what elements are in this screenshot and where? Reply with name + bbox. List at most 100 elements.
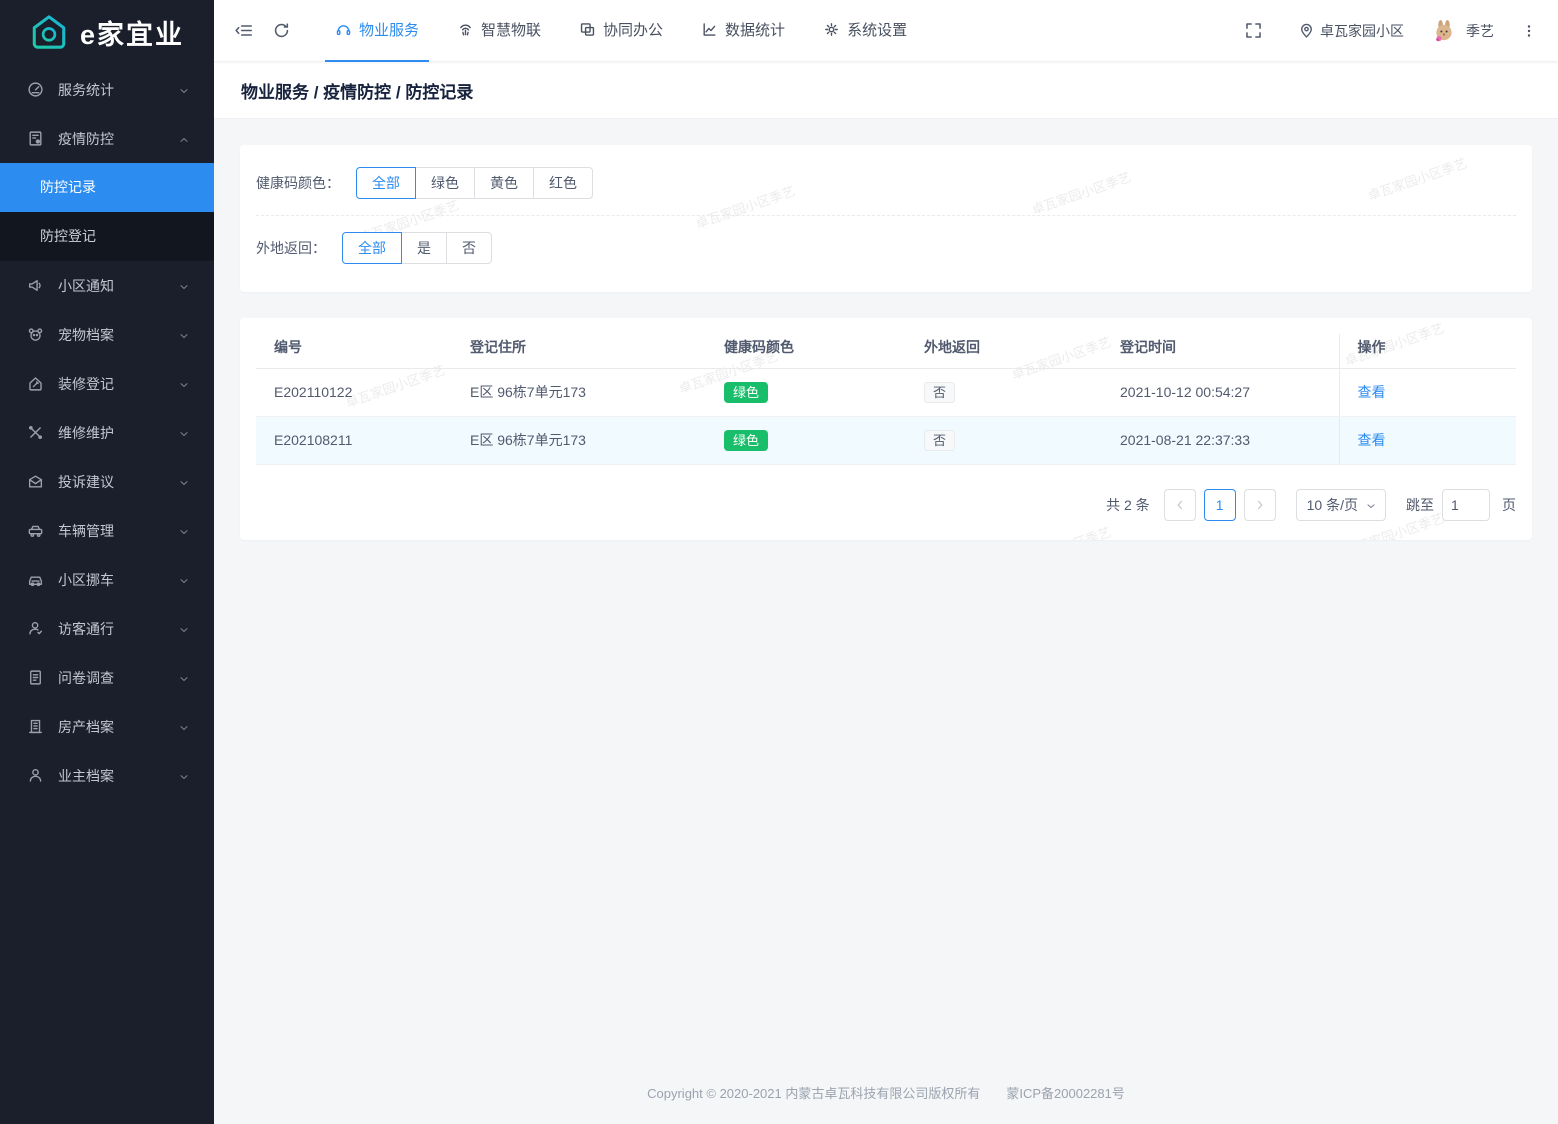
owner-icon <box>27 767 44 784</box>
health-code-option-1[interactable]: 绿色 <box>415 167 475 199</box>
chevron-down-icon <box>178 672 190 684</box>
user-avatar[interactable] <box>1432 18 1456 43</box>
sidebar-item-label: 业主档案 <box>58 767 114 784</box>
stats-icon <box>701 21 718 38</box>
sidebar-item-pet-files[interactable]: 宠物档案 <box>0 310 214 359</box>
sidebar-item-vehicle-management[interactable]: 车辆管理 <box>0 506 214 555</box>
fullscreen-icon[interactable] <box>1238 16 1268 46</box>
more-menu-icon[interactable] <box>1516 18 1542 44</box>
view-link[interactable]: 查看 <box>1358 432 1386 448</box>
sidebar-item-repair-maintenance[interactable]: 维修维护 <box>0 408 214 457</box>
chevron-down-icon <box>178 280 190 292</box>
survey-icon <box>27 669 44 686</box>
sidebar-item-renovation-register[interactable]: 装修登记 <box>0 359 214 408</box>
sidebar-subitem-control-records[interactable]: 防控记录 <box>0 163 214 212</box>
records-table: 编号 登记住所 健康码颜色 外地返回 登记时间 操作 E202110122 E区 96栋7单… <box>256 334 1516 465</box>
sidebar-item-label: 房产档案 <box>58 718 114 735</box>
table-row: E202110122 E区 96栋7单元173 绿色 否 2021-10-12 00:5… <box>256 368 1516 417</box>
chevron-down-icon <box>178 84 190 96</box>
sidebar-item-label: 装修登记 <box>58 375 114 392</box>
location-pin-icon <box>1298 22 1315 39</box>
return-option-0[interactable]: 全部 <box>342 232 402 264</box>
sidebar-item-epidemic-control[interactable]: 疫情防控 <box>0 114 214 163</box>
health-code-option-3[interactable]: 红色 <box>533 167 593 199</box>
topbar-right: 卓瓦家园小区 季艺 <box>1238 16 1542 46</box>
cell-returned: 否 <box>906 416 1102 465</box>
sidebar-item-community-move-car[interactable]: 小区挪车 <box>0 555 214 604</box>
jump-page-input[interactable] <box>1442 488 1490 521</box>
sidebar-item-complaints-suggestions[interactable]: 投诉建议 <box>0 457 214 506</box>
tab-smart-iot[interactable]: 智慧物联 <box>447 0 551 62</box>
community-name: 卓瓦家园小区 <box>1320 22 1404 39</box>
sidebar-subitem-control-register[interactable]: 防控登记 <box>0 212 214 261</box>
movecar-icon <box>27 571 44 588</box>
sidebar-item-label: 投诉建议 <box>58 473 114 490</box>
tab-property-service[interactable]: 物业服务 <box>325 0 430 62</box>
sidebar-item-visitor-access[interactable]: 访客通行 <box>0 604 214 653</box>
sidebar-item-property-files[interactable]: 房产档案 <box>0 702 214 751</box>
sidebar-menu: 服务统计疫情防控防控记录 防控登记 小区通知 宠物档案装修登记维修维护投诉建议车辆管理… <box>0 64 214 800</box>
logo-text: e家宜业 <box>80 19 185 50</box>
app-logo: e家宜业 <box>0 0 214 64</box>
health-code-option-0[interactable]: 全部 <box>356 167 416 199</box>
pagination-total: 共 2 条 <box>1106 496 1150 513</box>
page-number-button[interactable]: 1 <box>1203 488 1236 521</box>
sidebar-item-community-notice[interactable]: 小区通知 <box>0 261 214 310</box>
sidebar-item-label: 疫情防控 <box>58 130 114 147</box>
epidemic-icon <box>27 130 44 147</box>
chevron-down-icon <box>178 329 190 341</box>
cell-actions: 查看 <box>1338 416 1516 465</box>
return-option-2[interactable]: 否 <box>446 232 492 264</box>
column-header-3: 外地返回 <box>906 334 1102 369</box>
tab-label: 数据统计 <box>725 22 786 39</box>
icp-number: 蒙ICP备20002281号 <box>1006 1086 1125 1101</box>
app-screen: e家宜业 服务统计疫情防控防控记录 防控登记 小区通知 宠物档案装修登记维修维护投诉建… <box>0 0 1558 1124</box>
sidebar-item-service-stats[interactable]: 服务统计 <box>0 65 214 114</box>
chevron-up-icon <box>178 133 190 145</box>
complaint-icon <box>27 473 44 490</box>
community-selector[interactable]: 卓瓦家园小区 <box>1298 21 1404 41</box>
chevron-down-icon <box>1365 499 1377 511</box>
table-row: E202108211 E区 96栋7单元173 绿色 否 2021-08-21 22:3… <box>256 416 1516 465</box>
tab-label: 协同办公 <box>603 22 664 39</box>
visitor-icon <box>27 620 44 637</box>
prev-page-button[interactable] <box>1163 488 1196 521</box>
column-header-5: 操作 <box>1338 334 1516 369</box>
return-filter-label: 外地返回： <box>256 240 326 256</box>
cell-actions: 查看 <box>1338 368 1516 417</box>
breadcrumb: 物业服务 / 疫情防控 / 防控记录 <box>241 82 474 102</box>
refresh-icon[interactable] <box>266 16 296 46</box>
health-code-filter-row: 健康码颜色： 全部 绿色 黄色 红色 <box>256 151 1516 215</box>
jump-to-label: 跳至 <box>1406 496 1434 513</box>
sidebar-item-questionnaire[interactable]: 问卷调查 <box>0 653 214 702</box>
cell-address: E区 96栋7单元173 <box>452 416 706 465</box>
tab-collaborative-office[interactable]: 协同办公 <box>569 0 673 62</box>
watermark: 卓瓦家园小区季艺 <box>1009 522 1114 540</box>
return-option-1[interactable]: 是 <box>401 232 447 264</box>
sidebar-item-owner-files[interactable]: 业主档案 <box>0 751 214 800</box>
view-link[interactable]: 查看 <box>1358 384 1386 400</box>
chevron-down-icon <box>178 476 190 488</box>
health-code-badge: 绿色 <box>724 429 769 451</box>
health-code-filter-label: 健康码颜色： <box>256 175 340 191</box>
column-header-2: 健康码颜色 <box>706 334 906 369</box>
page-size-select[interactable]: 10 条/页 <box>1295 488 1386 521</box>
chevron-down-icon <box>178 770 190 782</box>
chevron-down-icon <box>178 525 190 537</box>
tab-label: 物业服务 <box>359 22 420 39</box>
health-code-option-2[interactable]: 黄色 <box>474 167 534 199</box>
tab-system-settings[interactable]: 系统设置 <box>813 0 917 62</box>
repair-icon <box>27 424 44 441</box>
tab-data-statistics[interactable]: 数据统计 <box>691 0 795 62</box>
renovation-icon <box>27 375 44 392</box>
pet-icon <box>27 326 44 343</box>
filter-card: 健康码颜色： 全部 绿色 黄色 红色 外地返回： 全部是否 卓瓦家园小区季艺 卓瓦家园小… <box>240 145 1532 292</box>
next-page-button[interactable] <box>1243 488 1276 521</box>
cell-register-time: 2021-10-12 00:54:27 <box>1102 368 1339 417</box>
main-area: 物业服务 智慧物联 协同办公 数据统计 系统设置 卓瓦家园小区 季艺 物业服务 … <box>214 0 1558 1124</box>
sidebar: e家宜业 服务统计疫情防控防控记录 防控登记 小区通知 宠物档案装修登记维修维护投诉建… <box>0 0 214 1124</box>
collapse-sidebar-icon[interactable] <box>228 16 258 46</box>
top-tabs: 物业服务 智慧物联 协同办公 数据统计 系统设置 <box>316 0 926 62</box>
chevron-down-icon <box>178 721 190 733</box>
page-suffix-label: 页 <box>1502 496 1516 513</box>
